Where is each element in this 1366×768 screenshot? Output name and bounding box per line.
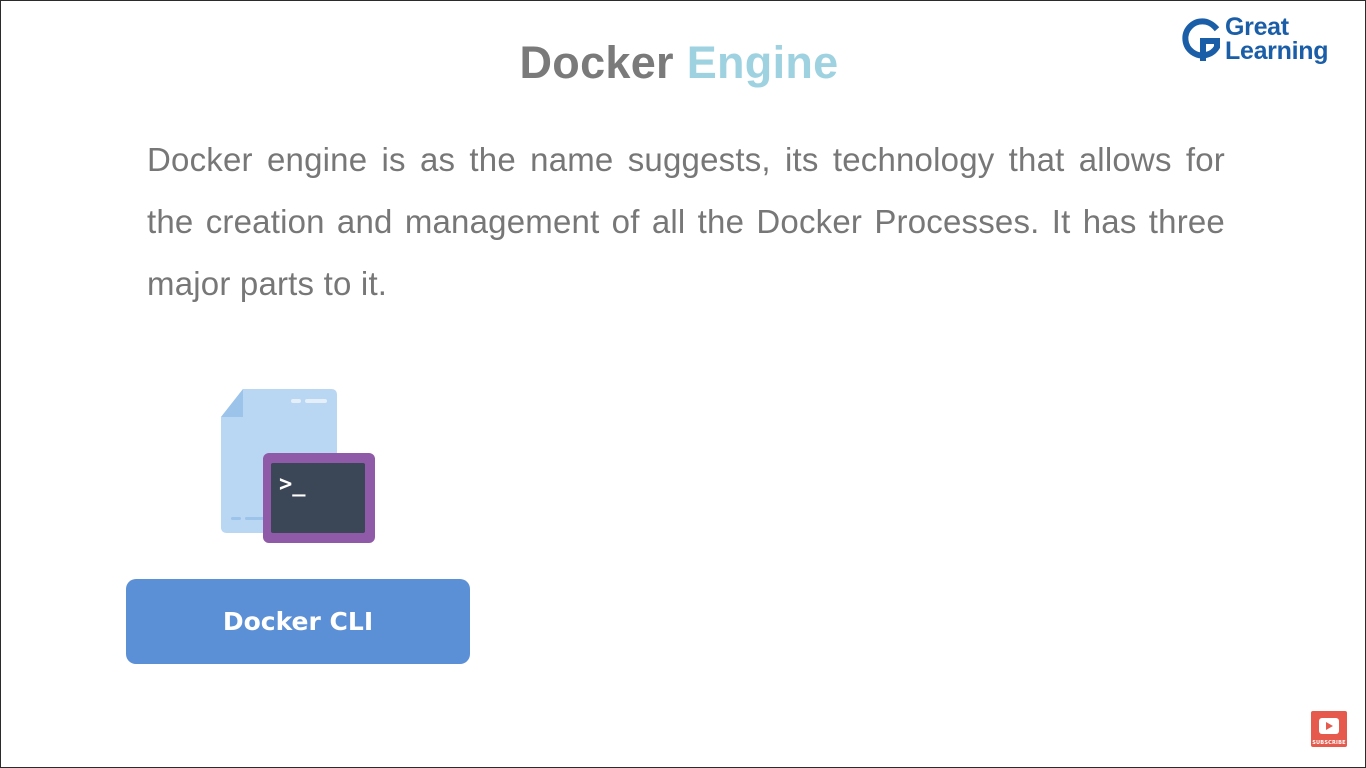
title-word-engine: Engine [686, 37, 839, 88]
logo-text: Great Learning [1225, 13, 1329, 65]
terminal-document-icon: >_ [221, 389, 375, 543]
slide-body-text: Docker engine is as the name suggests, i… [147, 141, 1225, 302]
slide-frame: Docker Engine Great Learning Docker engi… [0, 0, 1366, 768]
logo-line-great: Great [1225, 13, 1289, 41]
great-learning-g-icon [1182, 18, 1220, 61]
subscribe-button[interactable]: SUBSCRIBE [1311, 711, 1347, 747]
subscribe-label: SUBSCRIBE [1312, 740, 1346, 746]
slide-title: Docker Engine [1, 37, 1357, 89]
title-word-docker: Docker [519, 37, 674, 88]
logo-line-learning: Learning [1225, 37, 1329, 65]
docker-cli-button[interactable]: Docker CLI [126, 579, 470, 664]
great-learning-logo: Great Learning [1181, 15, 1351, 71]
terminal-prompt-glyph: >_ [279, 472, 306, 497]
